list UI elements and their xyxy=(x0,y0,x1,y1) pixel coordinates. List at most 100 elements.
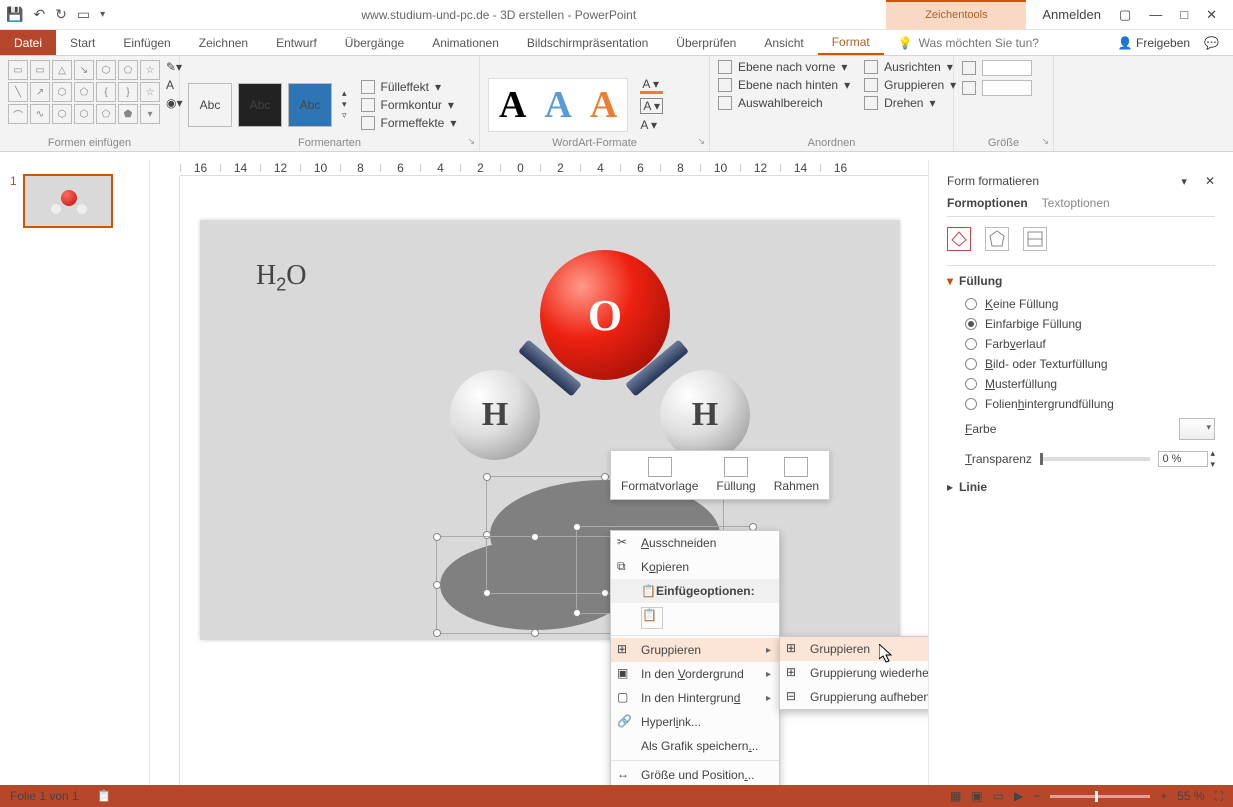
selection-pane-button[interactable]: Auswahlbereich xyxy=(718,96,850,110)
radio-pattern[interactable]: Musterfüllung xyxy=(947,374,1215,394)
cm-copy[interactable]: ⧉Kopieren xyxy=(611,555,779,579)
text-outline-icon[interactable]: A ▾ xyxy=(640,98,663,114)
share-button[interactable]: 👤 Freigeben xyxy=(1118,36,1190,50)
radio-no-fill[interactable]: Keine Füllung xyxy=(947,294,1215,314)
tab-animations[interactable]: Animationen xyxy=(418,30,513,55)
tab-file[interactable]: Datei xyxy=(0,30,56,55)
slide-counter[interactable]: Folie 1 von 1 xyxy=(10,789,79,803)
zoom-out-icon[interactable]: − xyxy=(1033,789,1040,803)
reading-view-icon[interactable]: ▭ xyxy=(993,789,1004,803)
shape-style-1[interactable]: Abc xyxy=(188,83,232,127)
h2o-text[interactable]: H2O xyxy=(256,260,306,296)
start-from-beginning-icon[interactable]: ▭ xyxy=(77,6,90,23)
transparency-input[interactable] xyxy=(1158,451,1208,467)
cm-paste-header: 📋Einfügeoptionen: xyxy=(611,579,779,603)
maximize-icon[interactable]: □ xyxy=(1180,7,1188,22)
pane-tab-text[interactable]: Textoptionen xyxy=(1042,196,1110,210)
tab-insert[interactable]: Einfügen xyxy=(109,30,184,55)
comments-icon[interactable]: 💬 xyxy=(1204,36,1219,50)
slide-canvas[interactable]: 1614121086420246810121416 H2O O H H xyxy=(150,160,928,785)
style-gallery-more-icon[interactable]: ▴▾▿ xyxy=(342,88,347,121)
tell-me[interactable]: 💡 xyxy=(884,30,1103,55)
shape-outline-button[interactable]: Formkontur ▾ xyxy=(361,98,457,112)
radio-slide-bg[interactable]: Folienhintergrundfüllung xyxy=(947,394,1215,414)
color-picker-button[interactable] xyxy=(1179,418,1215,440)
align-button[interactable]: Ausrichten ▾ xyxy=(864,60,956,74)
tab-transitions[interactable]: Übergänge xyxy=(331,30,418,55)
hydrogen-sphere-2[interactable]: H xyxy=(660,370,750,460)
qat-more-icon[interactable]: ▾ xyxy=(100,9,105,20)
sign-in-link[interactable]: Anmelden xyxy=(1042,7,1101,22)
text-fill-icon[interactable]: A ▾ xyxy=(640,77,663,94)
ribbon-display-icon[interactable]: ▢ xyxy=(1119,7,1131,23)
transparency-slider[interactable] xyxy=(1040,457,1151,461)
dialog-launcher-icon[interactable]: ↘ xyxy=(697,136,705,147)
tab-design[interactable]: Entwurf xyxy=(262,30,331,55)
effects-icon[interactable] xyxy=(985,227,1009,251)
cm-group[interactable]: ⊞Gruppieren▸ xyxy=(611,638,779,662)
tab-view[interactable]: Ansicht xyxy=(750,30,817,55)
radio-picture[interactable]: Bild- oder Texturfüllung xyxy=(947,354,1215,374)
send-backward-button[interactable]: Ebene nach hinten ▾ xyxy=(718,78,850,92)
tab-slideshow[interactable]: Bildschirmpräsentation xyxy=(513,30,662,55)
tab-start[interactable]: Start xyxy=(56,30,109,55)
zoom-in-icon[interactable]: + xyxy=(1160,789,1167,803)
notes-icon[interactable]: 📋 xyxy=(97,789,112,803)
width-input[interactable] xyxy=(962,80,1032,96)
tell-me-input[interactable] xyxy=(919,36,1089,50)
minimize-icon[interactable]: — xyxy=(1149,7,1162,22)
pane-close-icon[interactable]: ✕ xyxy=(1205,174,1215,188)
wordart-gallery[interactable]: A A A xyxy=(488,78,628,132)
tab-review[interactable]: Überprüfen xyxy=(662,30,750,55)
spinner-icon[interactable]: ▴▾ xyxy=(1210,448,1215,470)
size-properties-icon[interactable] xyxy=(1023,227,1047,251)
fill-section-header[interactable]: ▾ Füllung xyxy=(947,274,1215,288)
sorter-view-icon[interactable]: ▣ xyxy=(971,789,982,803)
shape-effects-button[interactable]: Formeffekte ▾ xyxy=(361,116,457,130)
hydrogen-sphere-1[interactable]: H xyxy=(450,370,540,460)
dialog-launcher-icon[interactable]: ↘ xyxy=(1041,136,1049,147)
zoom-level[interactable]: 55 % xyxy=(1177,789,1204,803)
slideshow-view-icon[interactable]: ▶ xyxy=(1014,789,1023,803)
group-button[interactable]: Gruppieren ▾ xyxy=(864,78,956,92)
cm-save-as-picture[interactable]: Als Grafik speichern... xyxy=(611,734,779,758)
normal-view-icon[interactable]: ▦ xyxy=(950,789,961,803)
slide-thumbnail-1[interactable] xyxy=(23,174,113,228)
radio-gradient[interactable]: Farbverlauf xyxy=(947,334,1215,354)
shape-style-2[interactable]: Abc xyxy=(238,83,282,127)
dialog-launcher-icon[interactable]: ↘ xyxy=(467,136,475,147)
cm-send-back[interactable]: ▢In den Hintergrund▸ xyxy=(611,686,779,710)
close-icon[interactable]: ✕ xyxy=(1206,7,1217,23)
tab-format[interactable]: Format xyxy=(818,30,884,55)
rotate-button[interactable]: Drehen ▾ xyxy=(864,96,956,110)
text-effects-icon[interactable]: A ▾ xyxy=(640,118,663,132)
cm-bring-front[interactable]: ▣In den Vordergrund▸ xyxy=(611,662,779,686)
cm-paste-options[interactable]: 📋 xyxy=(611,603,779,633)
cm-cut[interactable]: ✂Ausschneiden xyxy=(611,531,779,555)
bring-forward-button[interactable]: Ebene nach vorne ▾ xyxy=(718,60,850,74)
redo-icon[interactable]: ↻ xyxy=(55,6,67,23)
zoom-slider[interactable] xyxy=(1050,795,1150,798)
shapes-gallery[interactable]: ▭▭△↘⬡⬠☆ ╲↗⬡⬠{}☆ ⌒∿⬡⬡⬠⬟▾ xyxy=(8,60,160,124)
pane-options-icon[interactable]: ▾ xyxy=(1181,176,1187,188)
slide[interactable]: H2O O H H xyxy=(200,220,900,640)
radio-solid-fill[interactable]: Einfarbige Füllung xyxy=(947,314,1215,334)
mini-style-button[interactable]: Formatvorlage xyxy=(615,455,704,495)
oxygen-sphere[interactable]: O xyxy=(540,250,670,380)
shape-fill-button[interactable]: Fülleffekt ▾ xyxy=(361,80,457,94)
mini-outline-button[interactable]: Rahmen xyxy=(768,455,825,495)
paste-option-icon[interactable]: 📋 xyxy=(641,607,663,629)
sm-group[interactable]: ⊞Gruppieren xyxy=(780,637,928,661)
cm-size-position[interactable]: ↔Größe und Position... xyxy=(611,763,779,785)
save-icon[interactable]: 💾 xyxy=(6,6,23,23)
fill-line-icon[interactable] xyxy=(947,227,971,251)
bucket-icon xyxy=(361,80,375,94)
mini-fill-button[interactable]: Füllung xyxy=(710,455,761,495)
line-section-header[interactable]: ▸ Linie xyxy=(947,480,1215,494)
height-input[interactable] xyxy=(962,60,1032,76)
fit-to-window-icon[interactable]: ⛶ xyxy=(1215,789,1223,804)
tab-draw[interactable]: Zeichnen xyxy=(185,30,262,55)
undo-icon[interactable]: ↶ xyxy=(33,6,45,23)
pane-tab-shape[interactable]: Formoptionen xyxy=(947,196,1028,210)
shape-style-3[interactable]: Abc xyxy=(288,83,332,127)
